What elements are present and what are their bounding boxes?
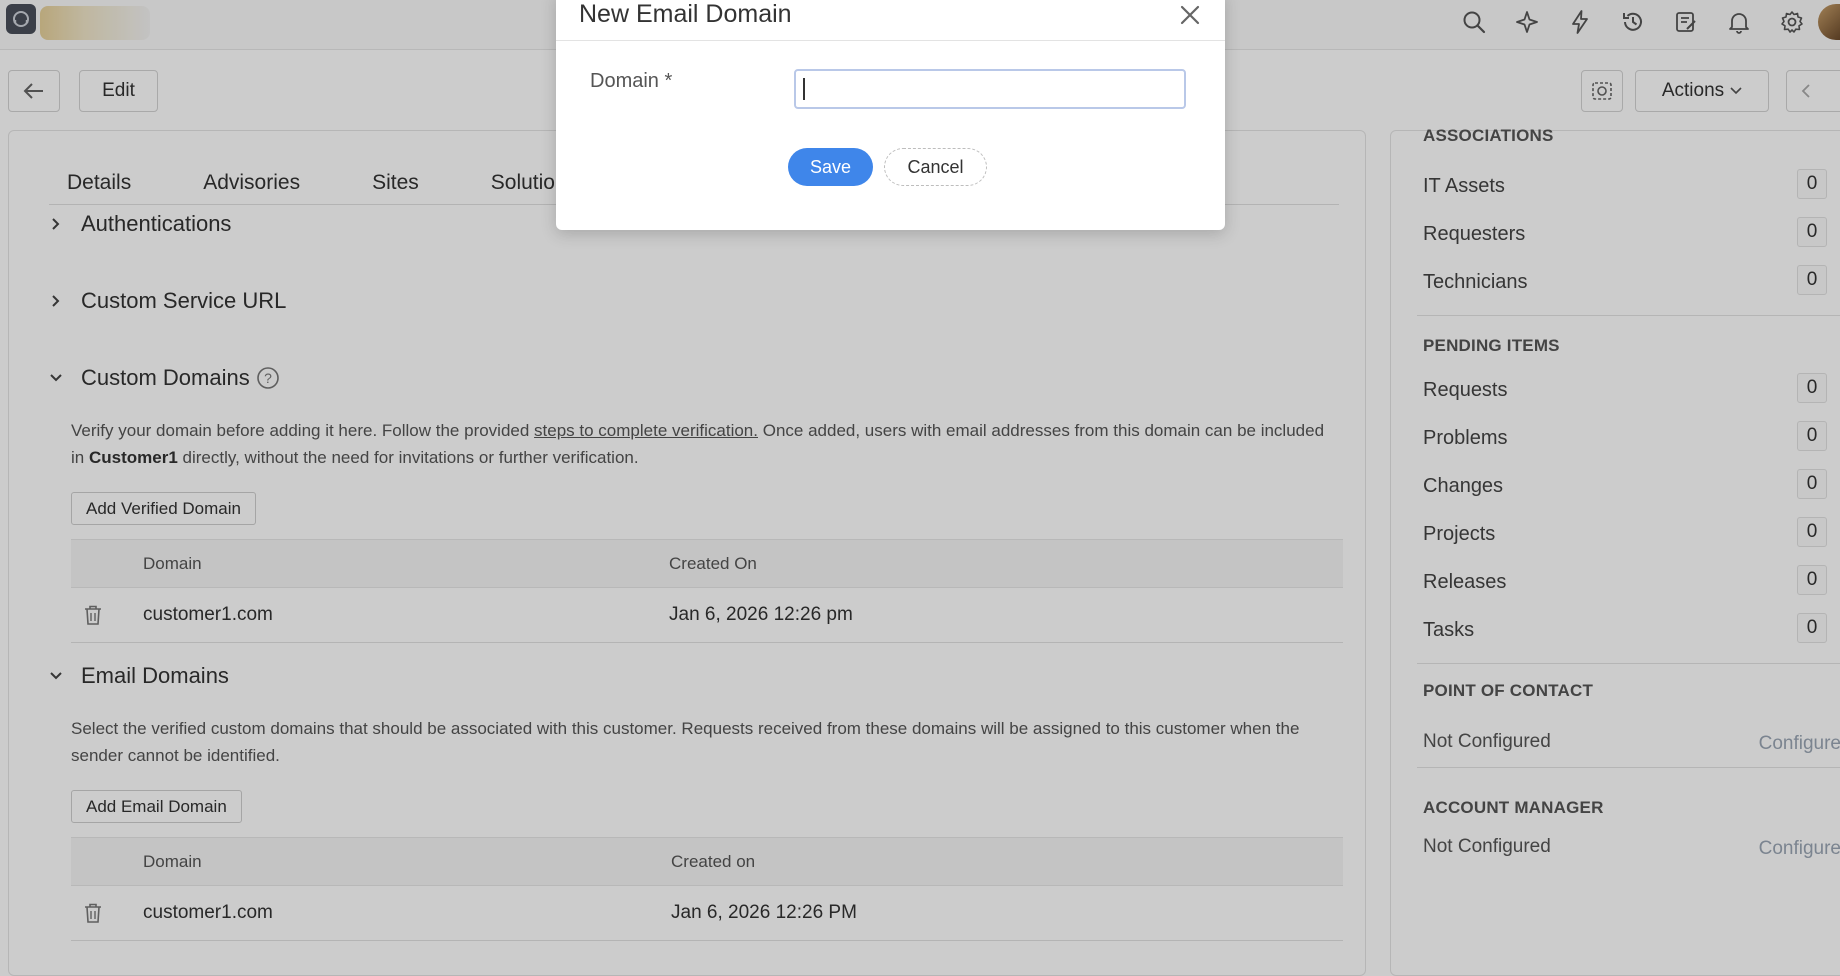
dialog-title: New Email Domain — [579, 0, 792, 28]
text-caret — [803, 78, 805, 100]
close-icon[interactable] — [1177, 2, 1203, 28]
save-button[interactable]: Save — [788, 148, 873, 186]
new-email-domain-dialog: New Email Domain Domain * Save Cancel — [556, 0, 1225, 230]
domain-input[interactable] — [794, 69, 1186, 109]
cancel-button[interactable]: Cancel — [884, 148, 987, 186]
domain-field-label: Domain * — [590, 70, 673, 92]
dialog-header: New Email Domain — [556, 0, 1225, 41]
